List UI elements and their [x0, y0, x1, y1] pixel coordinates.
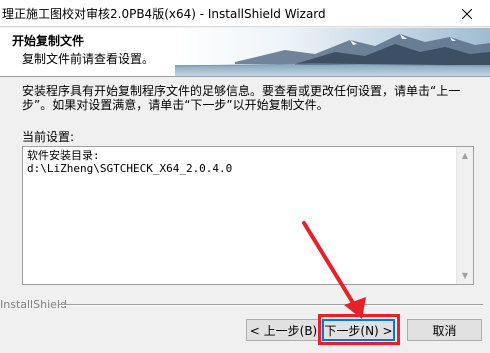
current-settings-label: 当前设置:	[22, 130, 75, 144]
scroll-down-icon[interactable]: ▼	[457, 267, 473, 284]
wizard-header: 开始复制文件 复制文件前请查看设置。	[0, 28, 490, 77]
mountain-landscape-image	[175, 28, 490, 76]
vertical-scrollbar[interactable]: ▲ ▼	[456, 147, 473, 284]
close-button[interactable]	[444, 0, 490, 27]
settings-textbox[interactable]: 软件安装目录: d:\LiZheng\SGTCHECK_X64_2.0.4.0 ▲…	[22, 146, 474, 285]
settings-line-install-dir-value: d:\LiZheng\SGTCHECK_X64_2.0.4.0	[27, 162, 233, 175]
settings-content: 软件安装目录: d:\LiZheng\SGTCHECK_X64_2.0.4.0	[27, 149, 455, 175]
footer-divider	[59, 304, 483, 306]
page-subtitle: 复制文件前请查看设置。	[22, 52, 155, 66]
cancel-button[interactable]: 取消	[407, 319, 482, 341]
page-title: 开始复制文件	[12, 34, 85, 48]
next-button[interactable]: 下一步(N) >	[322, 319, 395, 341]
back-button[interactable]: < 上一步(B)	[246, 319, 321, 341]
title-bar: 理正施工图校对审核2.0PB4版(x64) - InstallShield Wi…	[0, 0, 490, 27]
scroll-up-icon[interactable]: ▲	[457, 147, 473, 164]
installshield-brand: InstallShield	[0, 298, 67, 311]
window-title: 理正施工图校对审核2.0PB4版(x64) - InstallShield Wi…	[2, 7, 326, 21]
description-text: 安装程序具有开始复制程序文件的足够信息。要查看或更改任何设置，请单击“上一步”。…	[22, 84, 461, 112]
settings-line-install-dir-label: 软件安装目录:	[27, 149, 100, 162]
close-icon	[462, 8, 472, 19]
